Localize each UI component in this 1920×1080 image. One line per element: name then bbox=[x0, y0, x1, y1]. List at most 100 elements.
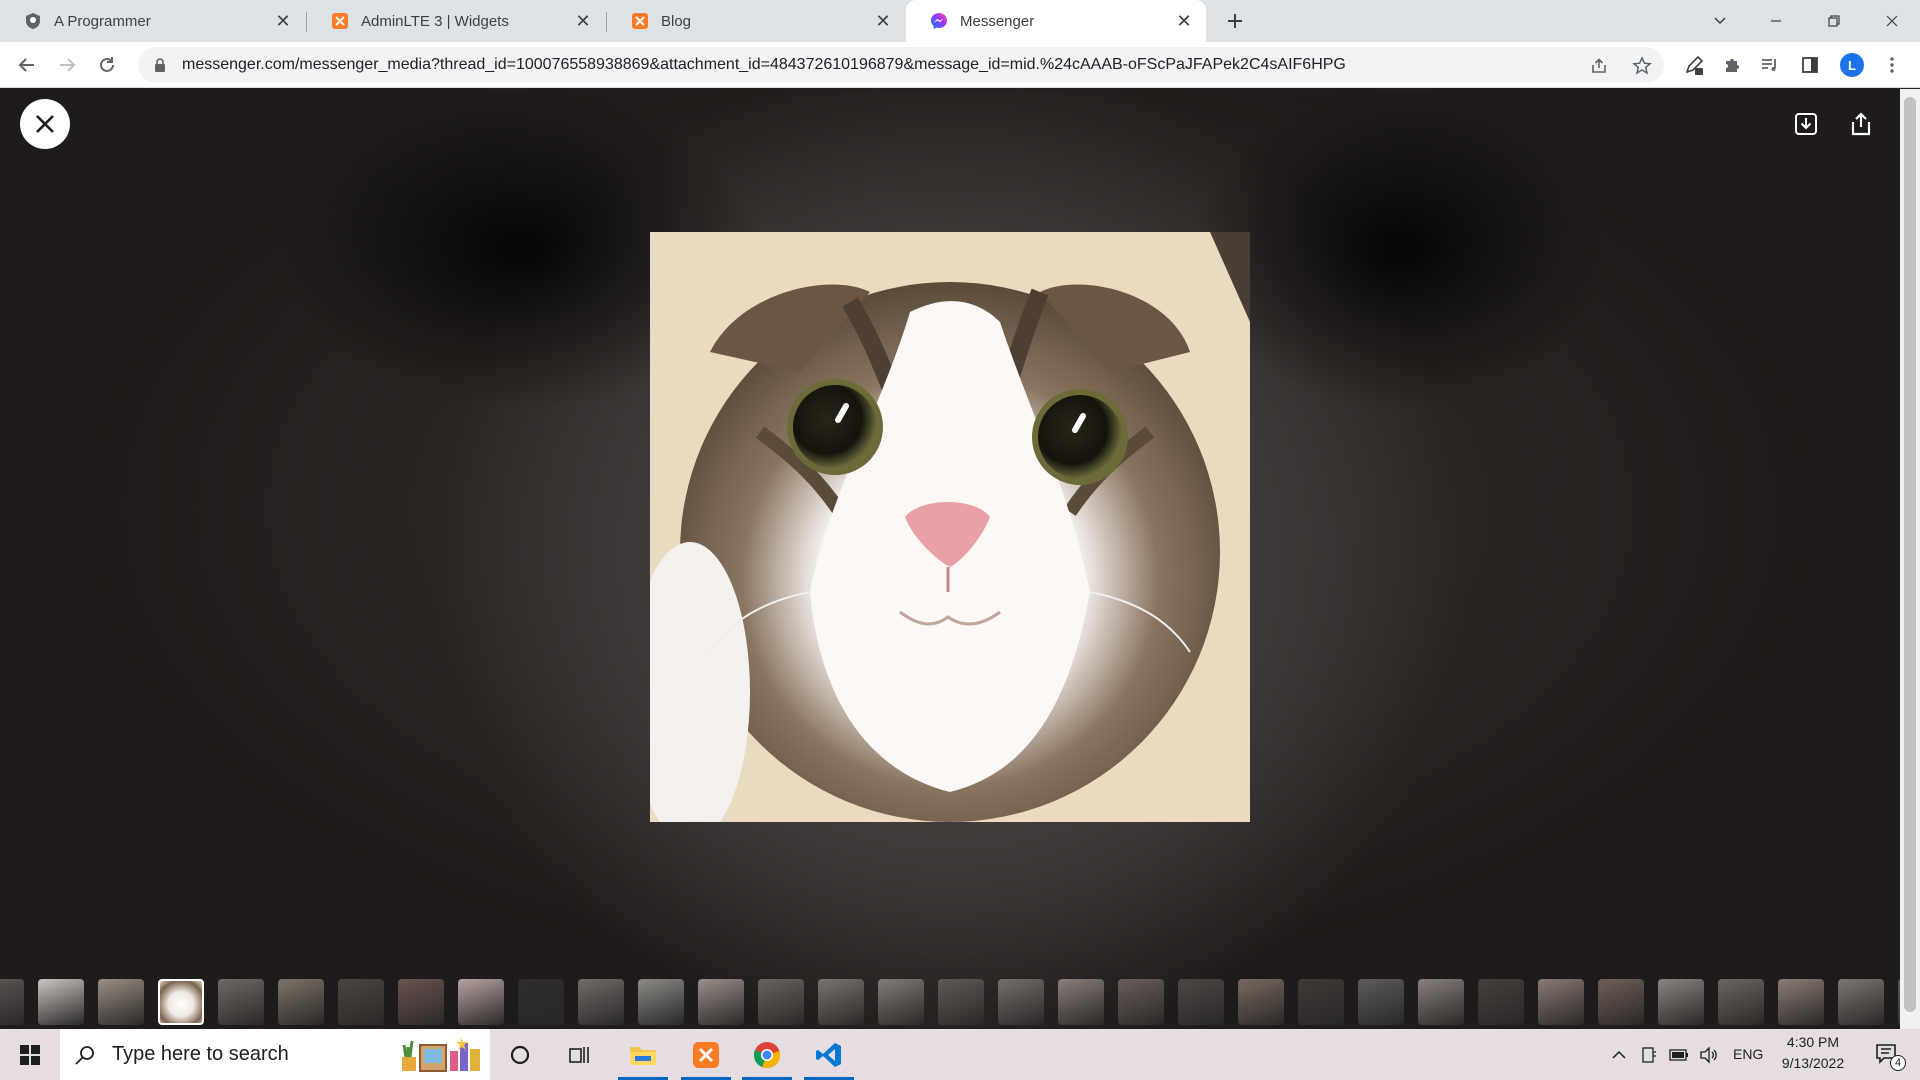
media-thumbnail[interactable] bbox=[938, 979, 984, 1025]
share-page-button[interactable] bbox=[1589, 56, 1609, 76]
tab-search-button[interactable] bbox=[1692, 0, 1748, 42]
start-button[interactable] bbox=[0, 1029, 60, 1080]
tab-blog[interactable]: Blog ✕ bbox=[607, 0, 905, 42]
restore-button[interactable] bbox=[1806, 0, 1862, 42]
media-photo bbox=[650, 232, 1250, 822]
forward-share-button[interactable] bbox=[1846, 109, 1876, 139]
taskbar-chrome[interactable] bbox=[742, 1029, 792, 1080]
search-placeholder: Type here to search bbox=[112, 1043, 289, 1065]
scrollbar-thumb[interactable] bbox=[1904, 97, 1916, 1012]
media-thumbnail[interactable] bbox=[638, 979, 684, 1025]
arrow-right-icon bbox=[60, 58, 76, 72]
lock-icon[interactable] bbox=[152, 57, 168, 73]
clock[interactable]: 4:30 PM 9/13/2022 bbox=[1768, 1033, 1858, 1077]
close-tab-icon[interactable]: ✕ bbox=[275, 12, 291, 30]
media-thumbnail[interactable] bbox=[1718, 979, 1764, 1025]
taskbar-search-box[interactable]: Type here to search bbox=[60, 1029, 490, 1080]
media-thumbnail[interactable] bbox=[1658, 979, 1704, 1025]
puzzle-icon bbox=[1726, 59, 1739, 72]
download-button[interactable] bbox=[1791, 109, 1821, 139]
extension-pen-button[interactable] bbox=[1680, 51, 1708, 79]
page-scrollbar[interactable] bbox=[1900, 89, 1920, 1029]
forward-button[interactable] bbox=[53, 51, 81, 79]
folder-icon bbox=[630, 1046, 656, 1065]
close-tab-icon[interactable]: ✕ bbox=[1176, 12, 1192, 30]
profile-avatar[interactable]: L bbox=[1840, 53, 1864, 77]
tab-strip: A Programmer ✕ AdminLTE 3 | Widgets ✕ Bl… bbox=[0, 0, 1920, 42]
taskbar-xampp[interactable] bbox=[681, 1029, 731, 1080]
share-icon bbox=[1851, 112, 1871, 136]
tray-meet-now[interactable] bbox=[1636, 1029, 1662, 1080]
media-thumbnail[interactable] bbox=[1478, 979, 1524, 1025]
tab-messenger[interactable]: Messenger ✕ bbox=[906, 0, 1206, 42]
search-icon bbox=[75, 1045, 94, 1065]
close-tab-icon[interactable]: ✕ bbox=[875, 12, 891, 30]
media-thumbnail[interactable] bbox=[818, 979, 864, 1025]
media-thumbnail[interactable] bbox=[518, 979, 564, 1025]
side-panel-button[interactable] bbox=[1796, 51, 1824, 79]
back-button[interactable] bbox=[13, 51, 41, 79]
cortana-button[interactable] bbox=[496, 1029, 544, 1080]
media-thumbnail[interactable] bbox=[158, 979, 204, 1025]
media-thumbnail[interactable] bbox=[398, 979, 444, 1025]
media-thumbnail[interactable] bbox=[1238, 979, 1284, 1025]
media-thumbnail[interactable] bbox=[0, 979, 24, 1025]
media-thumbnail[interactable] bbox=[1298, 979, 1344, 1025]
media-thumbnail[interactable] bbox=[1118, 979, 1164, 1025]
more-vertical-icon bbox=[1890, 57, 1894, 73]
close-viewer-button[interactable] bbox=[20, 99, 70, 149]
cortana-circle-icon bbox=[510, 1045, 530, 1064]
tab-adminlte-widgets[interactable]: AdminLTE 3 | Widgets ✕ bbox=[307, 0, 605, 42]
taskbar-file-explorer[interactable] bbox=[618, 1029, 668, 1080]
chrome-menu-button[interactable] bbox=[1878, 51, 1906, 79]
media-thumbnail[interactable] bbox=[1778, 979, 1824, 1025]
share-icon bbox=[1592, 58, 1606, 73]
task-view-button[interactable] bbox=[554, 1029, 604, 1080]
media-thumbnail[interactable] bbox=[1838, 979, 1884, 1025]
clock-date: 9/13/2022 bbox=[1781, 1055, 1845, 1071]
tray-volume[interactable] bbox=[1696, 1029, 1722, 1080]
shield-icon bbox=[26, 13, 40, 29]
bookmark-button[interactable] bbox=[1632, 56, 1652, 76]
media-thumbnail[interactable] bbox=[1598, 979, 1644, 1025]
tab-a-programmer[interactable]: A Programmer ✕ bbox=[0, 0, 305, 42]
media-thumbnail[interactable] bbox=[578, 979, 624, 1025]
minimize-button[interactable] bbox=[1748, 0, 1804, 42]
tray-battery[interactable] bbox=[1666, 1029, 1692, 1080]
media-thumbnail[interactable] bbox=[218, 979, 264, 1025]
side-panel-icon bbox=[1802, 57, 1818, 73]
media-thumbnail[interactable] bbox=[1418, 979, 1464, 1025]
playlist-icon bbox=[1762, 59, 1776, 71]
star-icon bbox=[1632, 56, 1652, 75]
media-thumbnail[interactable] bbox=[1358, 979, 1404, 1025]
xampp-icon bbox=[632, 13, 648, 29]
media-thumbnail[interactable] bbox=[278, 979, 324, 1025]
close-tab-icon[interactable]: ✕ bbox=[575, 12, 591, 30]
xampp-icon bbox=[693, 1041, 719, 1068]
media-control-button[interactable] bbox=[1756, 51, 1784, 79]
media-thumbnail[interactable] bbox=[878, 979, 924, 1025]
url-text[interactable]: messenger.com/messenger_media?thread_id=… bbox=[182, 56, 1664, 74]
media-thumbnail[interactable] bbox=[998, 979, 1044, 1025]
taskbar-vscode[interactable] bbox=[804, 1029, 854, 1080]
reload-button[interactable] bbox=[93, 51, 121, 79]
media-thumbnail[interactable] bbox=[758, 979, 804, 1025]
media-thumbnail[interactable] bbox=[1538, 979, 1584, 1025]
chevron-up-icon bbox=[1612, 1050, 1626, 1059]
extensions-button[interactable] bbox=[1718, 51, 1746, 79]
media-thumbnail[interactable] bbox=[698, 979, 744, 1025]
new-tab-button[interactable] bbox=[1222, 8, 1248, 34]
media-thumbnail[interactable] bbox=[98, 979, 144, 1025]
media-thumbnail[interactable] bbox=[1058, 979, 1104, 1025]
language-indicator[interactable]: ENG bbox=[1733, 1046, 1763, 1062]
close-window-button[interactable] bbox=[1864, 0, 1920, 42]
media-thumbnail[interactable] bbox=[338, 979, 384, 1025]
battery-icon bbox=[1669, 1048, 1688, 1061]
media-thumbnail[interactable] bbox=[458, 979, 504, 1025]
address-bar[interactable]: messenger.com/messenger_media?thread_id=… bbox=[138, 47, 1664, 83]
notification-center-button[interactable]: 4 bbox=[1868, 1029, 1908, 1080]
media-thumbnail[interactable] bbox=[38, 979, 84, 1025]
notification-badge: 4 bbox=[1890, 1055, 1906, 1071]
media-thumbnail[interactable] bbox=[1178, 979, 1224, 1025]
show-hidden-icons-button[interactable] bbox=[1606, 1029, 1632, 1080]
